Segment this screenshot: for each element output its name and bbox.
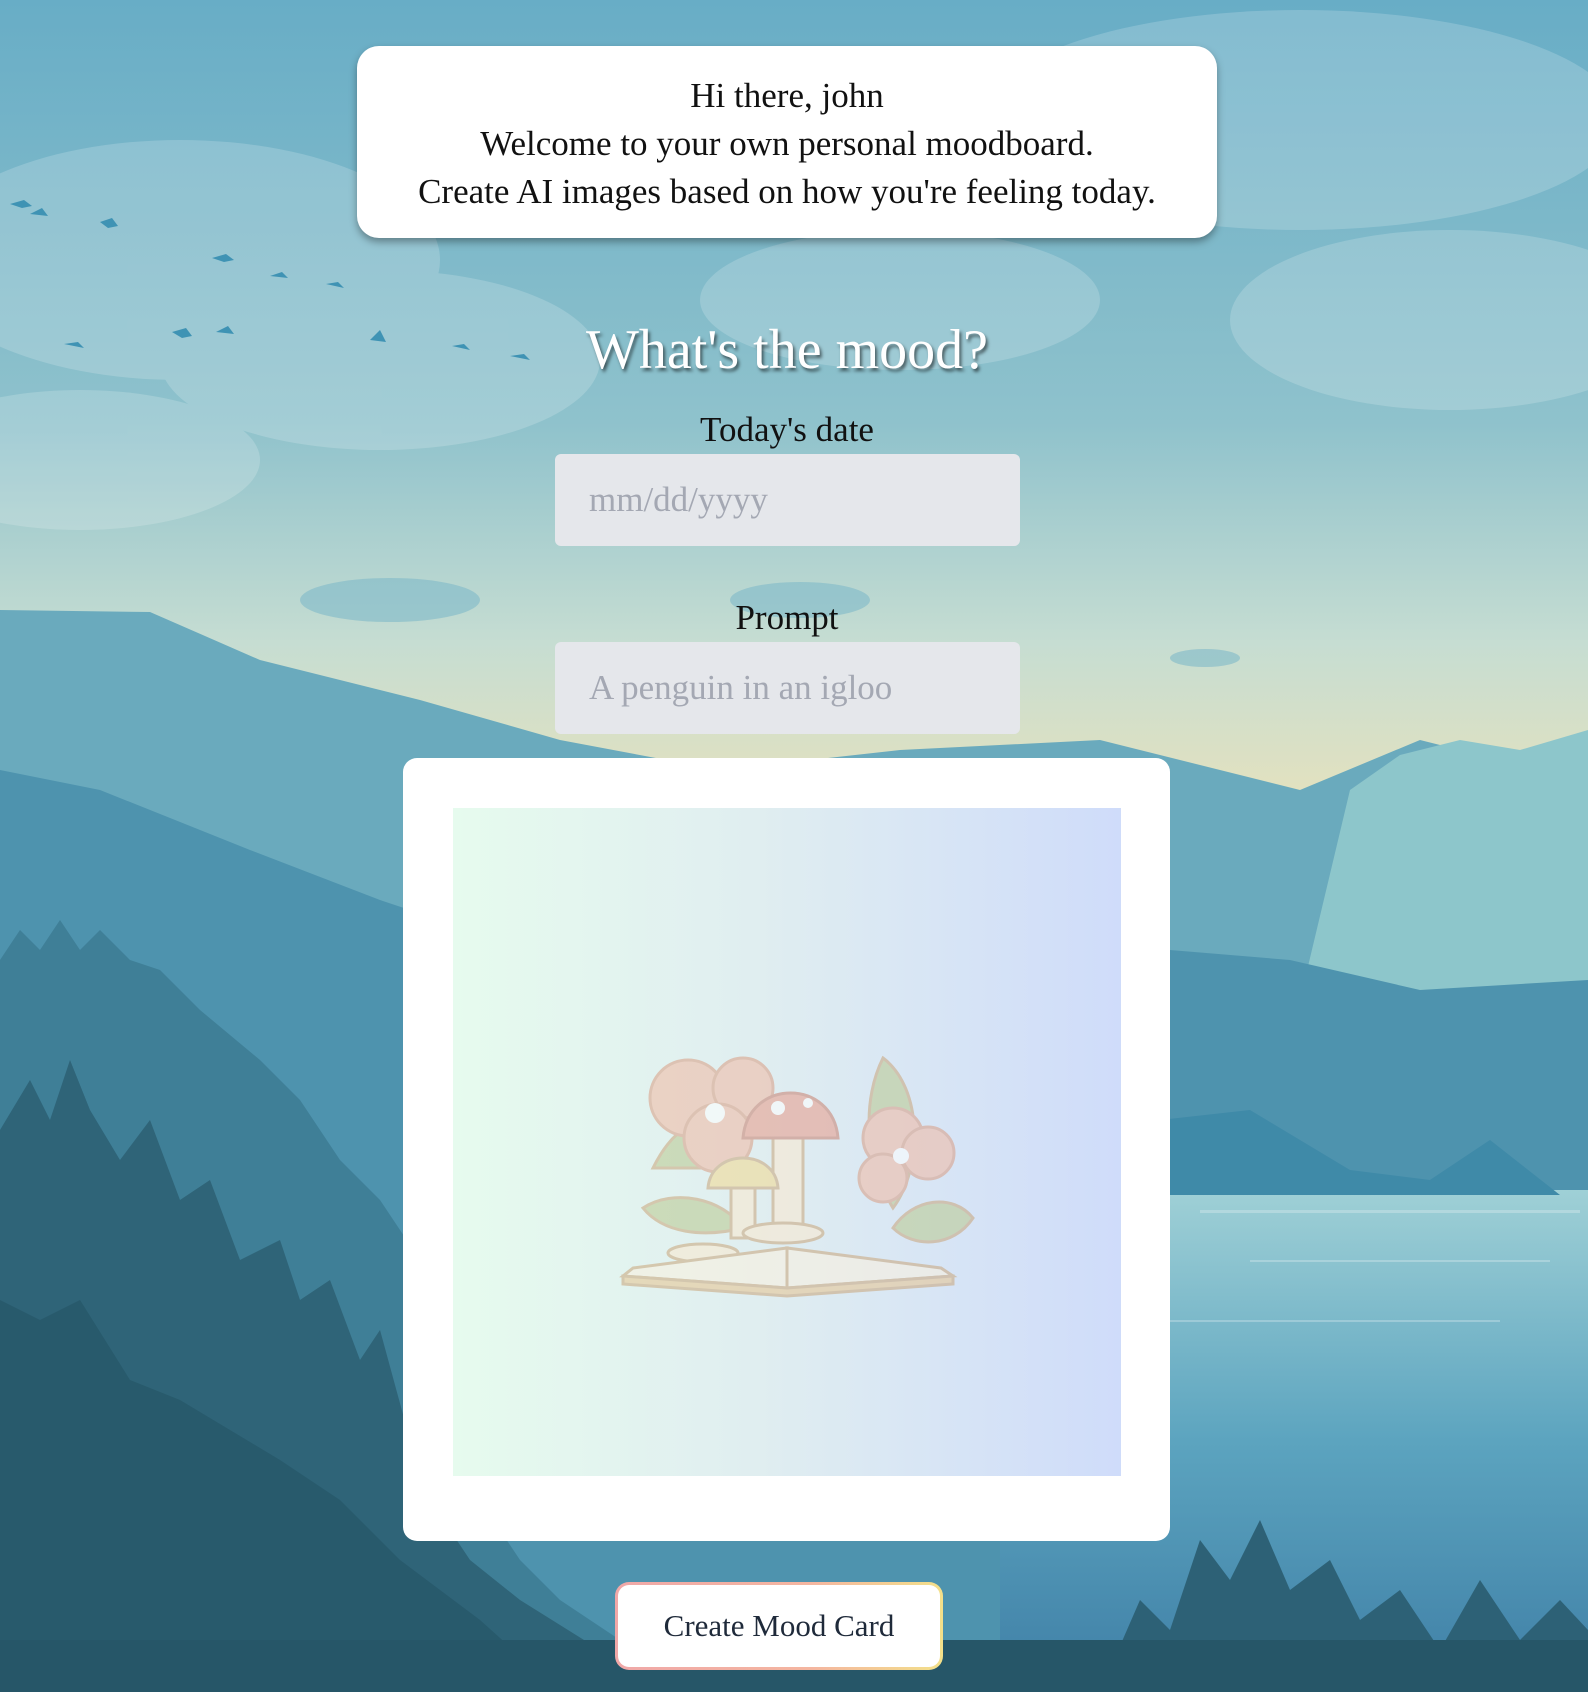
create-mood-card-label: Create Mood Card <box>618 1585 940 1667</box>
prompt-label: Prompt <box>735 598 839 637</box>
greeting-line: Hi there, john <box>690 76 884 115</box>
page-title: What's the mood? <box>586 319 988 381</box>
mood-card-image <box>453 808 1121 1476</box>
date-field[interactable]: mm/dd/yyyy <box>555 454 1020 546</box>
greeting-card: Hi there, john Welcome to your own perso… <box>357 46 1217 238</box>
date-placeholder: mm/dd/yyyy <box>589 480 768 519</box>
instructions-line: Create AI images based on how you're fee… <box>418 172 1156 211</box>
prompt-placeholder: A penguin in an igloo <box>589 668 893 707</box>
create-mood-card-button[interactable]: Create Mood Card <box>615 1582 943 1670</box>
welcome-line: Welcome to your own personal moodboard. <box>480 124 1094 163</box>
prompt-input[interactable]: A penguin in an igloo <box>555 642 1020 734</box>
book-flowers-illustration <box>619 1055 975 1298</box>
date-label: Today's date <box>700 410 874 449</box>
mood-card <box>403 758 1170 1541</box>
